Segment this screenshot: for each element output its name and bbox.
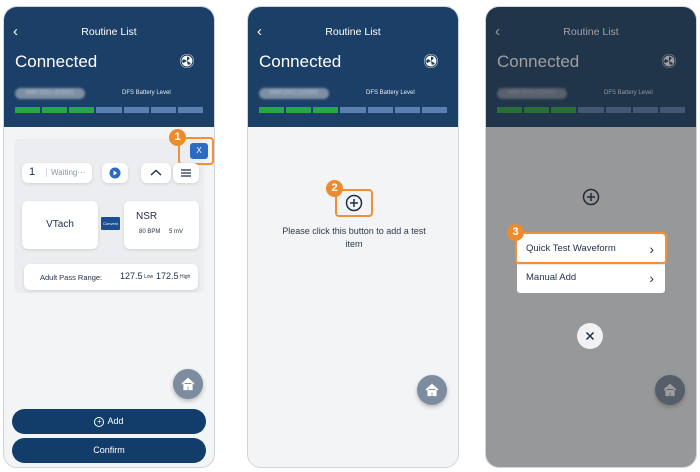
battery-segment — [340, 107, 366, 113]
battery-segment — [150, 107, 176, 113]
add-circle-icon: + — [94, 416, 105, 427]
home-icon — [181, 377, 195, 391]
connection-status: Connected — [259, 52, 342, 71]
rhythm-mv: 5 mV — [169, 229, 184, 235]
rhythm-name: NSR — [136, 211, 158, 222]
battery-bar — [15, 107, 203, 113]
plus-circle-icon — [345, 194, 363, 212]
close-icon — [585, 331, 595, 341]
home-button[interactable] — [173, 369, 203, 399]
item-index: 1 Waiting··· — [22, 163, 92, 183]
pass-range-low-value: 127.5 — [120, 271, 143, 281]
item-number: 1 — [29, 166, 36, 178]
rhythm-bpm: 80 BPM — [139, 229, 161, 235]
callout-number: 3 — [507, 224, 524, 241]
chevron-right-icon: › — [649, 270, 654, 286]
pass-range-label: Adult Pass Range: — [40, 273, 103, 282]
pass-range-high-value: 172.5 — [156, 271, 179, 281]
battery-segment — [313, 107, 339, 113]
page-title: Routine List — [325, 26, 381, 38]
battery-segment — [394, 107, 420, 113]
collapse-button[interactable] — [141, 163, 171, 183]
battery-segment — [96, 107, 122, 113]
device-serial: WBF2001-315001 — [15, 88, 85, 99]
connection-status: Connected — [15, 52, 98, 71]
play-button[interactable] — [102, 163, 128, 183]
battery-segment — [69, 107, 95, 113]
home-icon — [425, 383, 439, 397]
battery-bar — [259, 107, 447, 113]
add-hint-text: Please click this button to add a test i… — [282, 226, 426, 249]
waveform-name: VTach — [46, 219, 74, 230]
add-button[interactable]: + Add — [12, 409, 206, 434]
battery-label: DFS Battery Level — [122, 90, 171, 96]
rhythm-card[interactable]: NSR 80 BPM 5 mV — [124, 201, 199, 249]
page-title: Routine List — [81, 26, 137, 38]
remove-item-button[interactable]: X — [190, 143, 208, 159]
battery-label: DFS Battery Level — [366, 90, 415, 96]
play-icon — [109, 167, 121, 179]
menu-item-label: Manual Add — [526, 272, 577, 283]
phone-screen-routine-list: ‹ Routine List Connected WBF2001-315001 … — [3, 6, 215, 468]
phone-screen-routine-list: ‹ Routine List Connected WBF2002-215001 … — [247, 6, 459, 468]
menu-icon — [181, 169, 191, 177]
phone-screen-routine-list: ‹ Routine List Connected WBF2001-215001 … — [485, 6, 697, 468]
header: ‹ Routine List Connected WBF2002-215001 … — [248, 7, 458, 127]
drag-handle[interactable] — [173, 163, 199, 183]
device-serial: WBF2002-215001 — [259, 88, 329, 99]
add-test-item-button[interactable] — [345, 194, 363, 212]
callout-highlight — [515, 232, 667, 264]
pass-range-card: Adult Pass Range: 127.5 Low 172.5 High — [24, 264, 198, 290]
confirm-button[interactable]: Confirm — [12, 438, 206, 463]
brand-logo: Conveni — [101, 217, 120, 230]
callout-number: 1 — [169, 129, 186, 146]
close-menu-button[interactable] — [577, 323, 603, 349]
waveform-card[interactable]: VTach — [22, 201, 98, 249]
battery-segment — [177, 107, 203, 113]
device-fan-icon[interactable] — [424, 54, 438, 68]
callout-number: 2 — [326, 180, 343, 197]
pass-range-high-label: High — [180, 274, 191, 280]
home-button[interactable] — [417, 375, 447, 405]
battery-segment — [123, 107, 149, 113]
battery-segment — [42, 107, 68, 113]
chevron-up-icon — [150, 169, 162, 176]
battery-segment — [286, 107, 312, 113]
item-status: Waiting··· — [46, 168, 85, 177]
add-label: Add — [107, 416, 124, 426]
battery-segment — [259, 107, 285, 113]
menu-item-manual-add[interactable]: Manual Add › — [517, 264, 665, 292]
battery-segment — [421, 107, 447, 113]
device-fan-icon[interactable] — [180, 54, 194, 68]
header: ‹ Routine List Connected WBF2001-315001 … — [4, 7, 214, 127]
battery-segment — [15, 107, 41, 113]
confirm-label: Confirm — [93, 445, 125, 455]
pass-range-low-label: Low — [144, 274, 154, 280]
battery-segment — [367, 107, 393, 113]
